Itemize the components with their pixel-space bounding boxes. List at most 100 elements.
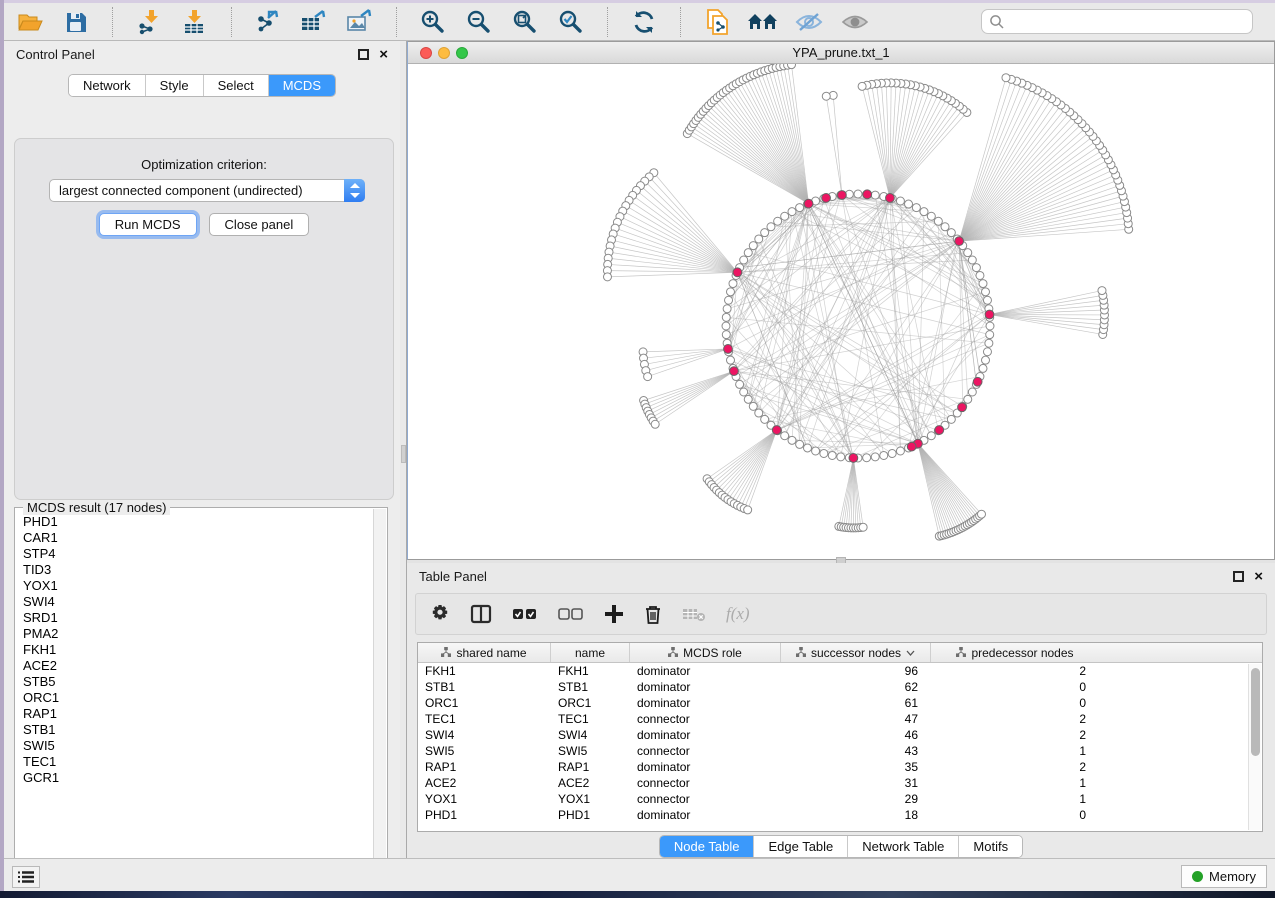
graph-node[interactable] [788, 208, 796, 216]
graph-node[interactable] [725, 296, 733, 304]
column-header-name[interactable]: name [551, 643, 630, 662]
mcds-node[interactable] [886, 194, 895, 203]
graph-node[interactable] [905, 200, 913, 208]
graph-node[interactable] [788, 436, 796, 444]
graph-node[interactable] [787, 64, 795, 69]
clone-network-button[interactable] [701, 7, 733, 37]
graph-node[interactable] [651, 420, 659, 428]
tab-network-table[interactable]: Network Table [847, 836, 958, 857]
column-header-shared-name[interactable]: shared name [418, 643, 551, 662]
import-table-button[interactable] [179, 7, 211, 37]
graph-node[interactable] [644, 373, 652, 381]
mcds-node[interactable] [733, 268, 742, 277]
mcds-result-item[interactable]: CAR1 [23, 530, 374, 546]
table-row[interactable]: YOX1YOX1connector291 [418, 791, 1262, 807]
table-row[interactable]: RAP1RAP1dominator352 [418, 759, 1262, 775]
graph-node[interactable] [774, 217, 782, 225]
graph-node[interactable] [820, 450, 828, 458]
graph-node[interactable] [858, 82, 866, 90]
graph-node[interactable] [982, 288, 990, 296]
search-input[interactable] [1010, 14, 1245, 29]
table-row[interactable]: ACE2ACE2connector311 [418, 775, 1262, 791]
mcds-node[interactable] [849, 454, 858, 463]
graph-node[interactable] [976, 271, 984, 279]
mcds-node[interactable] [822, 194, 831, 203]
graph-node[interactable] [880, 451, 888, 459]
memory-button[interactable]: Memory [1181, 865, 1267, 888]
tab-motifs[interactable]: Motifs [958, 836, 1022, 857]
mcds-result-item[interactable]: PMA2 [23, 626, 374, 642]
mcds-result-item[interactable]: SWI4 [23, 594, 374, 610]
zoom-in-button[interactable] [417, 7, 449, 37]
node-table[interactable]: shared namenameMCDS rolesuccessor nodesp… [417, 642, 1263, 832]
graph-node[interactable] [722, 313, 730, 321]
mcds-result-item[interactable]: PHD1 [23, 514, 374, 530]
table-row[interactable]: FKH1FKH1dominator962 [418, 663, 1262, 679]
tab-node-table[interactable]: Node Table [660, 836, 754, 857]
graph-node[interactable] [723, 305, 731, 313]
graph-node[interactable] [767, 223, 775, 231]
graph-node[interactable] [896, 447, 904, 455]
mcds-node[interactable] [838, 191, 847, 200]
mcds-result-item[interactable]: RAP1 [23, 706, 374, 722]
deselect-all-rows-icon[interactable] [558, 606, 584, 622]
graph-node[interactable] [927, 212, 935, 220]
mcds-result-item[interactable]: GCR1 [23, 770, 374, 786]
mcds-node[interactable] [958, 403, 967, 412]
graph-node[interactable] [871, 453, 879, 461]
graph-node[interactable] [755, 409, 763, 417]
zoom-fit-button[interactable] [509, 7, 541, 37]
table-row[interactable]: SWI5SWI5connector431 [418, 743, 1262, 759]
graph-node[interactable] [761, 229, 769, 237]
graph-node[interactable] [822, 92, 830, 100]
export-image-button[interactable] [344, 7, 376, 37]
close-panel-icon[interactable]: × [1254, 571, 1263, 582]
export-network-button[interactable] [252, 7, 284, 37]
save-button[interactable] [60, 7, 92, 37]
mcds-result-item[interactable]: SWI5 [23, 738, 374, 754]
hide-selected-button[interactable] [793, 7, 825, 37]
first-neighbors-button[interactable] [747, 7, 779, 37]
float-window-icon[interactable] [1233, 571, 1244, 582]
graph-node[interactable] [854, 190, 862, 198]
graph-node[interactable] [837, 453, 845, 461]
graph-node[interactable] [920, 208, 928, 216]
mcds-result-item[interactable]: ACE2 [23, 658, 374, 674]
graph-node[interactable] [979, 364, 987, 372]
graph-node[interactable] [985, 339, 993, 347]
graph-node[interactable] [736, 380, 744, 388]
mcds-node[interactable] [863, 190, 872, 199]
mcds-node[interactable] [907, 442, 916, 451]
mcds-result-item[interactable]: TID3 [23, 562, 374, 578]
delete-column-trash-icon[interactable] [644, 604, 662, 625]
tab-edge-table[interactable]: Edge Table [753, 836, 847, 857]
graph-node[interactable] [941, 223, 949, 231]
graph-node[interactable] [796, 440, 804, 448]
graph-node[interactable] [744, 395, 752, 403]
table-row[interactable]: SWI4SWI4dominator462 [418, 727, 1262, 743]
graph-node[interactable] [828, 451, 836, 459]
graph-node[interactable] [722, 331, 730, 339]
mcds-result-item[interactable]: STB1 [23, 722, 374, 738]
mcds-result-item[interactable]: ORC1 [23, 690, 374, 706]
graph-node[interactable] [729, 280, 737, 288]
mcds-result-item[interactable]: YOX1 [23, 578, 374, 594]
mcds-result-item[interactable]: STB5 [23, 674, 374, 690]
table-row[interactable]: TEC1TEC1connector472 [418, 711, 1262, 727]
graph-node[interactable] [927, 432, 935, 440]
table-row[interactable]: STB1STB1dominator620 [418, 679, 1262, 695]
mcds-result-item[interactable]: STP4 [23, 546, 374, 562]
splitter-grip[interactable] [401, 445, 406, 463]
graph-node[interactable] [888, 450, 896, 458]
graph-node[interactable] [972, 264, 980, 272]
criterion-select[interactable]: largest connected component (undirected) [49, 179, 365, 202]
close-panel-button[interactable]: Close panel [209, 213, 310, 236]
graph-node[interactable] [781, 212, 789, 220]
table-settings-gear-icon[interactable] [430, 604, 450, 624]
table-row[interactable]: PHD1PHD1dominator180 [418, 807, 1262, 823]
zoom-out-button[interactable] [463, 7, 495, 37]
float-window-icon[interactable] [358, 49, 369, 60]
graph-node[interactable] [964, 249, 972, 257]
graph-node[interactable] [749, 242, 757, 250]
mcds-node[interactable] [730, 367, 739, 376]
